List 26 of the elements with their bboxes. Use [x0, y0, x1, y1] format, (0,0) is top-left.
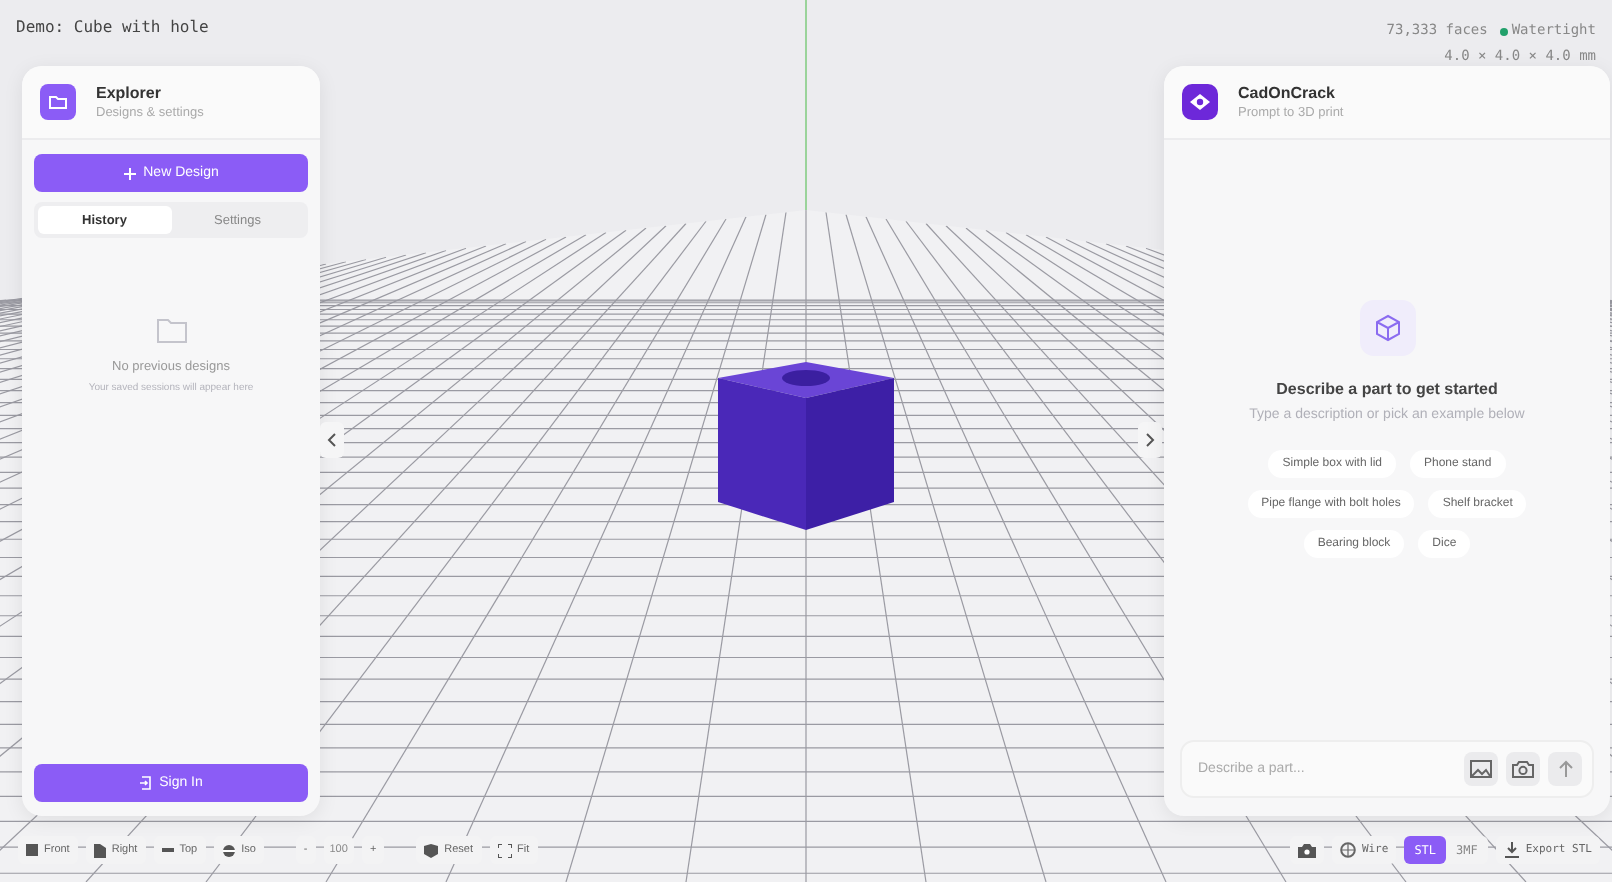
logo-icon [1182, 84, 1218, 120]
plus-icon [123, 167, 136, 179]
wireframe-icon [1339, 842, 1356, 858]
app-title: CadOnCrack [1238, 84, 1337, 102]
image-button[interactable] [1464, 752, 1498, 786]
camera-icon [1512, 760, 1534, 778]
globe-icon [221, 843, 236, 857]
folder-icon [40, 84, 76, 120]
prompt-heading: Describe a part to get started [1276, 380, 1498, 398]
image-icon [1470, 760, 1492, 778]
chevron-left-icon [326, 432, 338, 448]
camera-button[interactable] [1506, 752, 1540, 786]
arrow-up-icon [1557, 760, 1573, 778]
square-icon [26, 844, 38, 856]
collapse-right-button[interactable] [1138, 422, 1162, 458]
demo-label: Demo: Cube with hole [16, 18, 209, 36]
download-icon [1503, 842, 1520, 858]
folder-icon [155, 316, 187, 344]
bar-icon [161, 847, 174, 853]
collapse-left-button[interactable] [320, 422, 344, 458]
chevron-right-icon [1144, 432, 1156, 448]
panel-title: Explorer [96, 84, 163, 102]
send-button[interactable] [1548, 752, 1582, 786]
camera-icon [1297, 843, 1316, 857]
corners-icon [497, 843, 512, 857]
sign-in-icon [139, 776, 152, 790]
